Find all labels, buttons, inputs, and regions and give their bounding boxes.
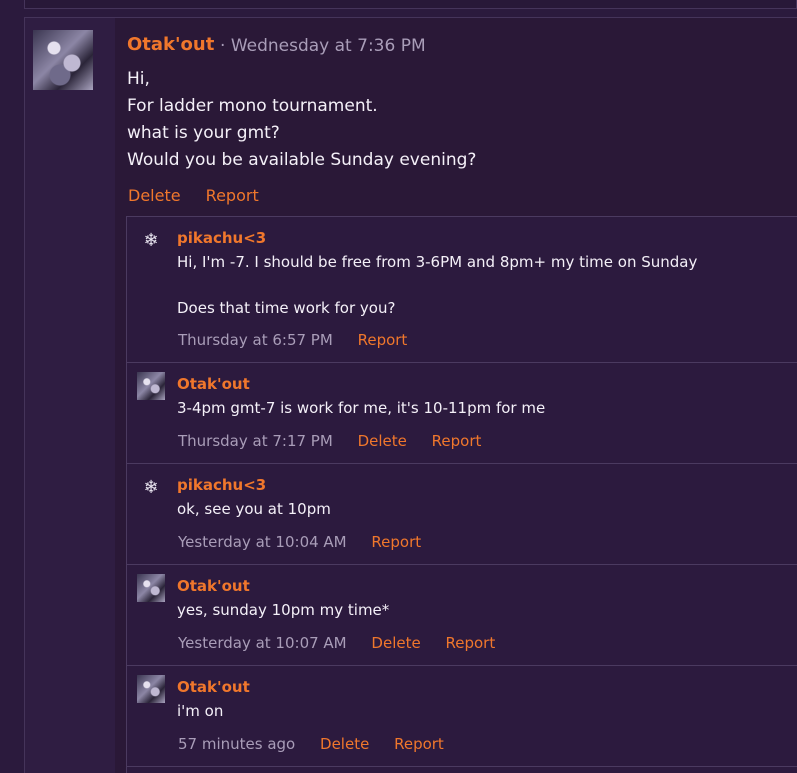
profile-post: Otak'out · Wednesday at 7:36 PM Hi, For … [24, 17, 797, 773]
paw-icon[interactable]: ❄ [137, 473, 165, 501]
comment-text: i'm on [177, 702, 224, 720]
comment-text: Hi, I'm -7. I should be free from 3-6PM … [177, 253, 698, 317]
comment-footer: Thursday at 7:17 PM Delete Report [178, 432, 501, 450]
comment-footer: Yesterday at 10:07 AM Delete Report [178, 634, 515, 652]
report-button[interactable]: Report [206, 186, 259, 205]
comment-item: ❄ pikachu<3 ok, see you at 10pm Yesterda… [127, 464, 797, 565]
comment-time[interactable]: Yesterday at 10:04 AM [178, 533, 347, 551]
message-line: what is your gmt? [127, 123, 280, 143]
comment-footer: Yesterday at 10:04 AM Report [178, 533, 441, 551]
comment-list: ❄ pikachu<3 Hi, I'm -7. I should be free… [126, 216, 797, 773]
delete-button[interactable]: Delete [320, 735, 369, 753]
comment-footer: 57 minutes ago Delete Report [178, 735, 464, 753]
post-message: Hi, For ladder mono tournament. what is … [127, 66, 476, 174]
comment-time[interactable]: 57 minutes ago [178, 735, 295, 753]
comment-item: Otak'out yes, sunday 10pm my time* Yeste… [127, 565, 797, 666]
report-button[interactable]: Report [394, 735, 444, 753]
avatar[interactable] [33, 30, 93, 90]
post-actions: Delete Report [128, 186, 279, 205]
post-avatar-column [25, 18, 116, 773]
report-button[interactable]: Report [432, 432, 482, 450]
comment-item: ❄ pikachu<3 Hi, I'm -7. I should be free… [127, 217, 797, 363]
delete-button[interactable]: Delete [358, 432, 407, 450]
previous-post-edge [24, 0, 797, 9]
delete-button[interactable]: Delete [371, 634, 420, 652]
comment-text: yes, sunday 10pm my time* [177, 601, 390, 619]
message-line: For ladder mono tournament. [127, 96, 378, 116]
comment-time[interactable]: Thursday at 7:17 PM [178, 432, 333, 450]
comment-time[interactable]: Yesterday at 10:07 AM [178, 634, 347, 652]
comment-item: Otak'out i'm on 57 minutes ago Delete Re… [127, 666, 797, 767]
post-meta: · Wednesday at 7:36 PM [220, 36, 426, 56]
comment-text: 3-4pm gmt-7 is work for me, it's 10-11pm… [177, 399, 546, 417]
post-timestamp[interactable]: Wednesday at 7:36 PM [231, 36, 426, 56]
comment-author[interactable]: Otak'out [177, 577, 250, 595]
avatar[interactable] [137, 675, 165, 703]
avatar[interactable] [137, 372, 165, 400]
post-author[interactable]: Otak'out [127, 34, 214, 55]
comment-author[interactable]: Otak'out [177, 375, 250, 393]
report-button[interactable]: Report [358, 331, 408, 349]
comment-text: ok, see you at 10pm [177, 500, 331, 518]
comment-author[interactable]: pikachu<3 [177, 229, 266, 247]
delete-button[interactable]: Delete [128, 186, 181, 205]
comment-author[interactable]: Otak'out [177, 678, 250, 696]
avatar[interactable] [137, 574, 165, 602]
message-line: Hi, [127, 69, 150, 89]
meta-separator: · [220, 36, 226, 56]
comment-footer: Thursday at 6:57 PM Report [178, 331, 427, 349]
report-button[interactable]: Report [446, 634, 496, 652]
message-line: Would you be available Sunday evening? [127, 150, 477, 170]
comment-item: Otak'out 3-4pm gmt-7 is work for me, it'… [127, 363, 797, 464]
paw-icon[interactable]: ❄ [137, 226, 165, 254]
comment-time[interactable]: Thursday at 6:57 PM [178, 331, 333, 349]
comment-author[interactable]: pikachu<3 [177, 476, 266, 494]
report-button[interactable]: Report [371, 533, 421, 551]
post-body: Otak'out · Wednesday at 7:36 PM Hi, For … [115, 18, 797, 773]
